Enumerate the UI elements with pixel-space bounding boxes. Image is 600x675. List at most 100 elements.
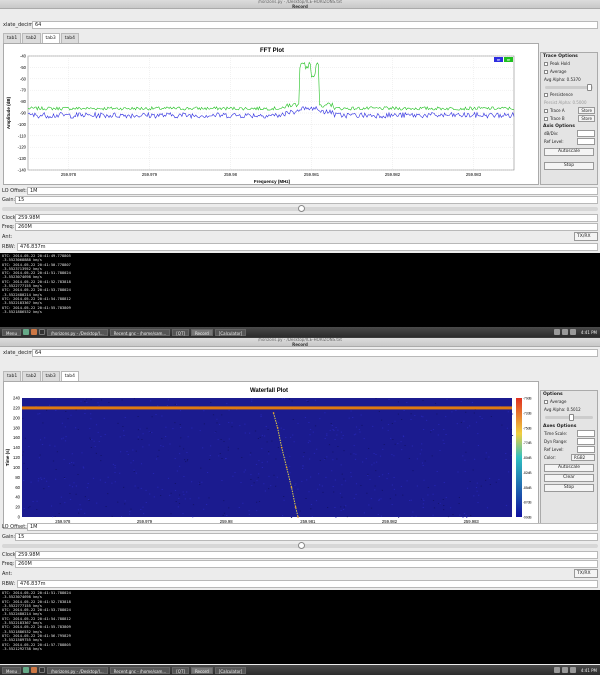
ref-level-row: Ref Level: — [541, 138, 597, 146]
taskbar-item-recent[interactable]: Recent.gnc - /home/sam... — [109, 666, 171, 674]
gain-slider-handle[interactable] — [298, 205, 305, 212]
gain-slider-handle[interactable] — [298, 542, 305, 549]
gain-slider[interactable] — [2, 205, 598, 212]
avg-alpha-handle[interactable] — [569, 414, 574, 421]
waterfall-noise-cell — [301, 480, 303, 482]
rbw-input[interactable]: 476.837m — [17, 580, 598, 588]
fft-y-tick-label: -70 — [20, 88, 27, 93]
peak-hold-toggle[interactable]: Peak Hold — [541, 60, 597, 68]
tab-tab3[interactable]: tab3 — [41, 33, 60, 43]
volume-icon[interactable] — [561, 667, 568, 673]
waterfall-noise-cell — [378, 500, 380, 501]
terminal-icon[interactable] — [38, 667, 45, 673]
lo-offset-input[interactable]: 1M — [27, 187, 598, 195]
store-b-button[interactable]: Store — [578, 115, 595, 122]
waterfall-noise-cell — [412, 470, 414, 472]
peak-hold-checkbox[interactable] — [544, 62, 548, 66]
taskbar-item-record[interactable]: Record — [190, 666, 213, 674]
autoscale-button[interactable]: Autoscale — [544, 464, 594, 472]
menu-button[interactable]: Menu — [2, 328, 21, 336]
fft-y-tick-label: -50 — [20, 65, 27, 70]
tab-tab4[interactable]: tab4 — [60, 371, 79, 381]
avg-alpha-handle[interactable] — [587, 84, 592, 91]
waterfall-noise-cell — [36, 500, 38, 502]
fft-x-tick-label: 259.981 — [304, 172, 320, 177]
dyn-range-label: Dyn Range: — [544, 439, 568, 444]
taskbar-item-qt[interactable]: [QT] — [172, 666, 189, 674]
average-toggle[interactable]: Average — [541, 398, 597, 406]
tab-tab3[interactable]: tab3 — [41, 371, 60, 381]
freq-input[interactable]: 260M — [15, 560, 598, 568]
ant-select[interactable]: TX/RX — [574, 232, 598, 241]
waterfall-noise-cell — [432, 429, 435, 430]
axis-options-header: Axis Options — [543, 124, 575, 129]
persistence-toggle[interactable]: Persistence — [541, 91, 597, 99]
tab-tab1[interactable]: tab1 — [3, 371, 22, 381]
average-toggle[interactable]: Average — [541, 68, 597, 76]
autoscale-button[interactable]: Autoscale — [544, 148, 594, 156]
tab-tab2[interactable]: tab2 — [22, 371, 41, 381]
taskbar-item-calculator[interactable]: [Calculator] — [214, 666, 247, 674]
average-checkbox[interactable] — [544, 400, 548, 404]
taskbar-item-qt[interactable]: [QT] — [172, 328, 189, 336]
taskbar-item-horizons[interactable]: /horizons.py - /Desktop/I... — [46, 328, 108, 336]
persistence-checkbox[interactable] — [544, 93, 548, 97]
trace-a-checkbox[interactable] — [544, 109, 548, 113]
avg-alpha-slider[interactable] — [545, 84, 593, 91]
average-checkbox[interactable] — [544, 70, 548, 74]
waterfall-noise-cell — [175, 501, 177, 502]
gain-input[interactable]: 15 — [15, 196, 598, 204]
browser-icon[interactable] — [30, 667, 37, 673]
gain-slider[interactable] — [2, 542, 598, 549]
clock-input[interactable]: 259.98M — [15, 551, 598, 559]
color-select[interactable]: RGB2 — [571, 454, 595, 461]
waterfall-noise-cell — [249, 432, 251, 434]
avg-alpha-slider[interactable] — [545, 414, 593, 421]
ref-level-spinner[interactable] — [577, 446, 595, 453]
store-a-button[interactable]: Store — [578, 107, 595, 114]
volume-icon[interactable] — [561, 329, 568, 335]
battery-icon[interactable] — [569, 329, 576, 335]
lo-offset-input[interactable]: 1M — [27, 523, 598, 531]
tab-tab4[interactable]: tab4 — [60, 33, 79, 43]
waterfall-noise-cell — [367, 475, 369, 476]
dyn-range-spinner[interactable] — [577, 438, 595, 445]
tab-tab1[interactable]: tab1 — [3, 33, 22, 43]
decim-input[interactable]: 64 — [32, 349, 598, 357]
taskbar-item-record[interactable]: Record — [190, 328, 213, 336]
waterfall-noise-cell — [380, 515, 382, 517]
browser-icon[interactable] — [30, 329, 37, 335]
waterfall-noise-cell — [340, 506, 342, 508]
gain-input[interactable]: 15 — [15, 533, 598, 541]
decim-input[interactable]: 64 — [32, 21, 598, 29]
taskbar-clock[interactable]: 4:41 PM — [578, 667, 600, 674]
taskbar-item-calculator[interactable]: [Calculator] — [214, 328, 247, 336]
time-scale-spinner[interactable] — [577, 430, 595, 437]
network-icon[interactable] — [553, 329, 560, 335]
taskbar-item-recent[interactable]: Recent.gnc - /home/sam... — [109, 328, 171, 336]
waterfall-noise-cell — [257, 438, 259, 439]
waterfall-noise-cell — [322, 491, 324, 493]
terminal-icon[interactable] — [38, 329, 45, 335]
stop-button[interactable]: Stop — [544, 162, 594, 170]
clear-button[interactable]: Clear — [544, 474, 594, 482]
files-icon[interactable] — [22, 329, 29, 335]
network-icon[interactable] — [553, 667, 560, 673]
tab-tab2[interactable]: tab2 — [22, 33, 41, 43]
battery-icon[interactable] — [569, 667, 576, 673]
waterfall-noise-cell — [89, 428, 91, 429]
ant-select[interactable]: TX/RX — [574, 569, 598, 578]
waterfall-noise-cell — [389, 498, 391, 500]
freq-input[interactable]: 260M — [15, 223, 598, 231]
trace-b-checkbox[interactable] — [544, 117, 548, 121]
files-icon[interactable] — [22, 667, 29, 673]
clock-input[interactable]: 259.98M — [15, 214, 598, 222]
taskbar-clock[interactable]: 4:41 PM — [578, 329, 600, 336]
menu-button[interactable]: Menu — [2, 666, 21, 674]
stop-button[interactable]: Stop — [544, 484, 594, 492]
ref-level-spinner[interactable] — [577, 138, 595, 145]
waterfall-noise-cell — [397, 442, 399, 444]
taskbar-item-horizons[interactable]: /horizons.py - /Desktop/I... — [46, 666, 108, 674]
db-div-spinner[interactable] — [577, 130, 595, 137]
rbw-input[interactable]: 476.837m — [17, 243, 598, 251]
